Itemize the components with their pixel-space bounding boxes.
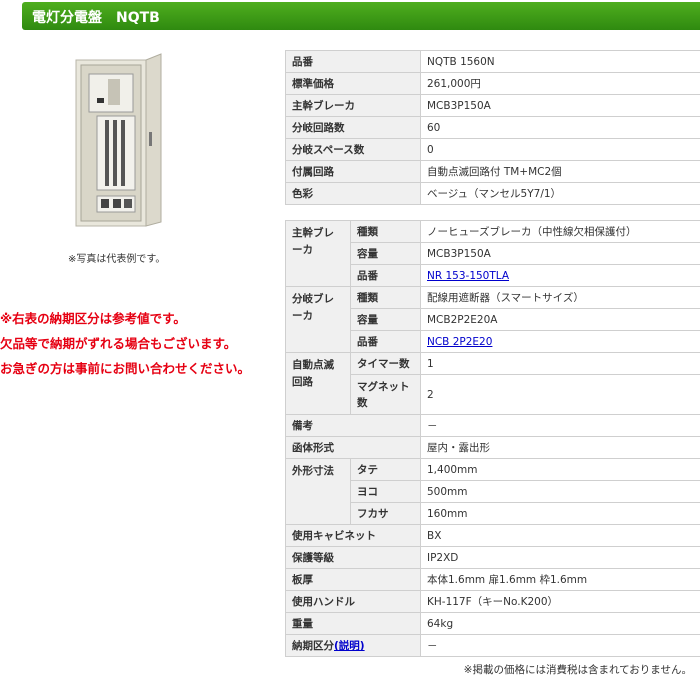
section-header: 電灯分電盤 NQTB — [22, 2, 700, 30]
row-value: ベージュ（マンセル5Y7/1） — [420, 182, 700, 205]
product-photo — [75, 53, 162, 227]
photo-caption: ※写真は代表例です。 — [68, 254, 166, 265]
group-label-main-breaker: 主幹ブレーカ — [285, 220, 351, 287]
row-value: NQTB 1560N — [420, 50, 700, 73]
branch-breaker-part-link[interactable]: NCB 2P2E20 — [427, 336, 492, 348]
row-label: 納期区分 — [292, 640, 334, 652]
row-label: 種類 — [350, 286, 421, 309]
spec-table-basic: 品番 NQTB 1560N 標準価格 261,000円 主幹ブレーカ MCB3P150… — [285, 50, 700, 205]
row-label: 備考 — [285, 414, 421, 437]
spec-table-detail: 主幹ブレーカ 種類 ノーヒューズブレーカ（中性線欠相保護付） 容量 MCB3P1… — [285, 220, 700, 657]
row-value: 自動点滅回路付 TM+MC2個 — [420, 160, 700, 183]
table-row: 標準価格 261,000円 — [285, 72, 700, 95]
table-row: 分岐スペース数 0 — [285, 138, 700, 161]
row-value: 160mm — [420, 502, 700, 525]
row-label: 容量 — [350, 308, 421, 331]
row-value: 1 — [420, 352, 700, 375]
row-label: 品番 — [350, 330, 421, 353]
row-label: 分岐スペース数 — [285, 138, 421, 161]
row-value: 配線用遮断器（スマートサイズ） — [420, 286, 700, 309]
table-row: 主幹ブレーカ 種類 ノーヒューズブレーカ（中性線欠相保護付） — [285, 220, 700, 287]
group-label-dimensions: 外形寸法 — [285, 458, 351, 525]
table-row: 主幹ブレーカ MCB3P150A — [285, 94, 700, 117]
row-label: 容量 — [350, 242, 421, 265]
row-label: タテ — [350, 458, 421, 481]
row-value: KH-117F（キーNo.K200） — [420, 590, 700, 613]
table-row: 板厚 本体1.6mm 扉1.6mm 枠1.6mm — [285, 568, 700, 591]
row-label: 使用ハンドル — [285, 590, 421, 613]
group-label-branch-breaker: 分岐ブレーカ — [285, 286, 351, 353]
group-label-auto-circuit: 自動点滅回路 — [285, 352, 351, 415]
table-row: 重量 64kg — [285, 612, 700, 635]
row-value: 500mm — [420, 480, 700, 503]
row-value: ノーヒューズブレーカ（中性線欠相保護付） — [420, 220, 700, 243]
row-value: MCB3P150A — [420, 242, 700, 265]
main-breaker-part-link[interactable]: NR 153-150TLA — [427, 270, 509, 282]
row-value: 0 — [420, 138, 700, 161]
row-value: MCB3P150A — [420, 94, 700, 117]
row-label: マグネット数 — [350, 374, 421, 415]
row-value: 60 — [420, 116, 700, 139]
table-row: 函体形式 屋内・露出形 — [285, 436, 700, 459]
table-row: 使用ハンドル KH-117F（キーNo.K200） — [285, 590, 700, 613]
row-value: 本体1.6mm 扉1.6mm 枠1.6mm — [420, 568, 700, 591]
row-value: 2 — [420, 374, 700, 415]
row-label: 品番 — [350, 264, 421, 287]
table-row: 色彩 ベージュ（マンセル5Y7/1） — [285, 182, 700, 205]
row-label: 品番 — [285, 50, 421, 73]
row-label: 重量 — [285, 612, 421, 635]
table-row: 備考 － — [285, 414, 700, 437]
note-line: 欠品等で納期がずれる場合もございます。 — [0, 336, 237, 351]
row-label: 分岐回路数 — [285, 116, 421, 139]
table-row: 分岐回路数 60 — [285, 116, 700, 139]
row-label: ヨコ — [350, 480, 421, 503]
table-row: 保護等級 IP2XD — [285, 546, 700, 569]
row-label: 付属回路 — [285, 160, 421, 183]
table-row: 使用キャビネット BX — [285, 524, 700, 547]
row-value: － — [420, 634, 700, 657]
note-line: ※右表の納期区分は参考値です。 — [0, 311, 186, 326]
row-value: BX — [420, 524, 700, 547]
row-value: 屋内・露出形 — [420, 436, 700, 459]
row-value: MCB2P2E20A — [420, 308, 700, 331]
row-label: タイマー数 — [350, 352, 421, 375]
row-value: 261,000円 — [420, 72, 700, 95]
table-row: 品番 NQTB 1560N — [285, 50, 700, 73]
table-row: 付属回路 自動点滅回路付 TM+MC2個 — [285, 160, 700, 183]
row-label: 色彩 — [285, 182, 421, 205]
row-label: 種類 — [350, 220, 421, 243]
row-label: フカサ — [350, 502, 421, 525]
section-title: 電灯分電盤 NQTB — [32, 10, 160, 26]
delivery-explanation-link[interactable]: (説明) — [334, 640, 365, 652]
row-value: － — [420, 414, 700, 437]
table-row: 外形寸法 タテ 1,400mm — [285, 458, 700, 525]
row-label: 主幹ブレーカ — [285, 94, 421, 117]
row-value: 1,400mm — [420, 458, 700, 481]
row-value: 64kg — [420, 612, 700, 635]
delivery-notes: ※右表の納期区分は参考値です。 欠品等で納期がずれる場合もございます。 お急ぎの… — [0, 306, 280, 381]
note-line: お急ぎの方は事前にお問い合わせください。 — [0, 361, 251, 376]
row-label: 使用キャビネット — [285, 524, 421, 547]
row-value: IP2XD — [420, 546, 700, 569]
row-label: 標準価格 — [285, 72, 421, 95]
row-label: 板厚 — [285, 568, 421, 591]
tax-footnote: ※掲載の価格には消費税は含まれておりません。 — [463, 664, 692, 676]
table-row: 自動点滅回路 タイマー数 1 — [285, 352, 700, 415]
row-label: 保護等級 — [285, 546, 421, 569]
row-label: 函体形式 — [285, 436, 421, 459]
table-row: 納期区分(説明) － — [285, 634, 700, 657]
table-row: 分岐ブレーカ 種類 配線用遮断器（スマートサイズ） — [285, 286, 700, 353]
